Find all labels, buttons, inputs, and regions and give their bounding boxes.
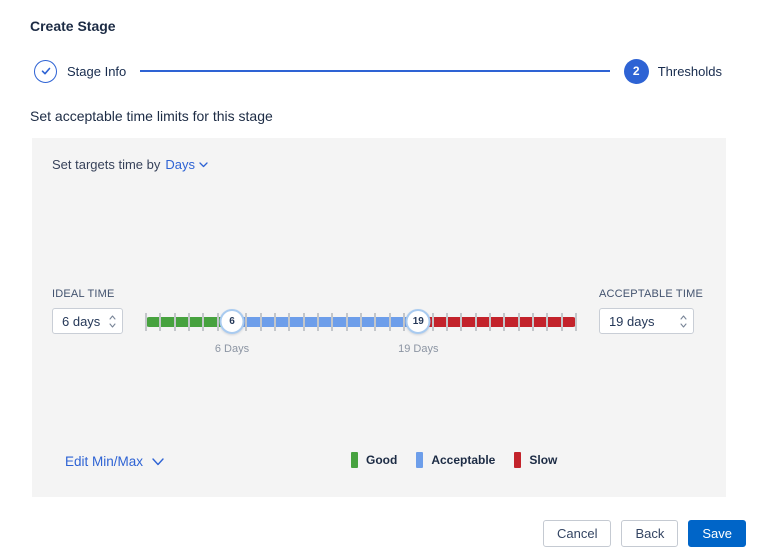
legend-item: Acceptable <box>416 452 495 468</box>
chevron-down-icon <box>199 161 208 168</box>
set-targets-row: Set targets time by Days <box>52 157 208 172</box>
slider-tick <box>560 313 563 331</box>
chevron-down-icon <box>152 457 164 466</box>
handle-ideal[interactable]: 6 <box>219 309 245 334</box>
legend: Good Acceptable Slow <box>351 452 557 468</box>
slider-tick <box>402 313 405 331</box>
slider-tick <box>345 313 348 331</box>
slider-tick <box>273 313 276 331</box>
save-button[interactable]: Save <box>688 520 746 547</box>
slider-tick <box>517 313 520 331</box>
footer-actions: Cancel Back Save <box>542 520 746 547</box>
legend-label: Acceptable <box>431 453 496 467</box>
ideal-time-input[interactable] <box>53 309 107 333</box>
legend-label: Good <box>366 453 398 467</box>
handle-ideal-value: 6 <box>229 316 235 327</box>
acceptable-time-label: ACCEPTABLE TIME <box>598 288 703 300</box>
slider-tick <box>503 313 506 331</box>
slider-tick <box>574 313 577 331</box>
edit-minmax-link[interactable]: Edit Min/Max <box>65 454 164 469</box>
step-2-number: 2 <box>632 64 640 78</box>
legend-item: Good <box>351 452 397 468</box>
threshold-slider: 6 19 6 Days 19 Days <box>145 288 577 360</box>
set-targets-label: Set targets time by <box>52 157 161 172</box>
ideal-time-label: IDEAL TIME <box>52 288 115 300</box>
acceptable-time-input[interactable] <box>599 309 678 333</box>
slider-tick <box>359 313 362 331</box>
slider-tick <box>388 313 391 331</box>
time-unit-value: Days <box>165 157 196 172</box>
slider-tick <box>316 313 319 331</box>
slider-tick <box>474 313 477 331</box>
check-icon <box>40 65 52 77</box>
ideal-time-spinner <box>107 309 122 333</box>
legend-swatch <box>514 452 522 468</box>
spinner-up-icon[interactable] <box>680 314 687 320</box>
legend-label: Slow <box>529 453 558 467</box>
acceptable-time-input-wrap <box>598 308 694 334</box>
slider-tick <box>445 313 448 331</box>
spinner-down-icon[interactable] <box>109 322 116 328</box>
slider-tick <box>216 313 219 331</box>
slider-tick <box>302 313 305 331</box>
slider-tick <box>259 313 262 331</box>
step-1-label[interactable]: Stage Info <box>67 64 126 79</box>
slider-tick <box>202 313 205 331</box>
ideal-handle-caption: 6 Days <box>214 343 250 355</box>
slider-tick <box>531 313 534 331</box>
handle-acceptable[interactable]: 19 <box>405 309 431 334</box>
slider-tick <box>187 313 190 331</box>
slider-tick <box>288 313 291 331</box>
step-2-circle[interactable]: 2 <box>623 58 649 84</box>
section-subtitle: Set acceptable time limits for this stag… <box>30 108 273 124</box>
handle-acceptable-value: 19 <box>412 316 424 327</box>
spinner-up-icon[interactable] <box>109 314 116 320</box>
slider-tick <box>488 313 491 331</box>
slider-tick <box>145 313 147 331</box>
ideal-time-input-wrap <box>52 308 123 334</box>
slider-tick <box>245 313 248 331</box>
thresholds-panel: Set targets time by Days IDEAL TIME 6 da… <box>32 138 726 497</box>
slider-tick <box>159 313 162 331</box>
back-button[interactable]: Back <box>621 520 679 547</box>
acceptable-time-group: ACCEPTABLE TIME <box>598 288 703 334</box>
page-title: Create Stage <box>30 18 116 34</box>
legend-swatch <box>351 452 358 468</box>
legend-item: Slow <box>514 452 557 468</box>
stepper-connector-line <box>140 70 610 72</box>
slider-tick <box>374 313 377 331</box>
time-unit-dropdown[interactable]: Days <box>165 157 208 172</box>
acceptable-handle-caption: 19 Days <box>398 343 439 355</box>
slider-track: 6 19 6 Days 19 Days <box>145 309 577 355</box>
slider-tick <box>546 313 549 331</box>
segment-slow <box>418 317 576 327</box>
step-1-circle[interactable] <box>34 59 57 83</box>
slider-row: IDEAL TIME 6 days 6 19 6 Days 19 Days AC… <box>52 288 703 360</box>
step-2-label: Thresholds <box>657 63 722 79</box>
slider-tick <box>460 313 463 331</box>
slider-tick <box>431 313 434 331</box>
slider-tick <box>331 313 334 331</box>
ideal-time-group: IDEAL TIME <box>52 288 123 334</box>
edit-minmax-label: Edit Min/Max <box>65 454 144 469</box>
legend-swatch <box>416 452 424 468</box>
stepper: Stage Info 2 Thresholds <box>34 57 722 85</box>
cancel-button[interactable]: Cancel <box>542 520 612 547</box>
spinner-down-icon[interactable] <box>680 322 687 328</box>
slider-tick <box>173 313 176 331</box>
acceptable-time-spinner <box>678 309 693 333</box>
create-stage-dialog: Create Stage Stage Info 2 Thresholds Set… <box>0 0 758 560</box>
